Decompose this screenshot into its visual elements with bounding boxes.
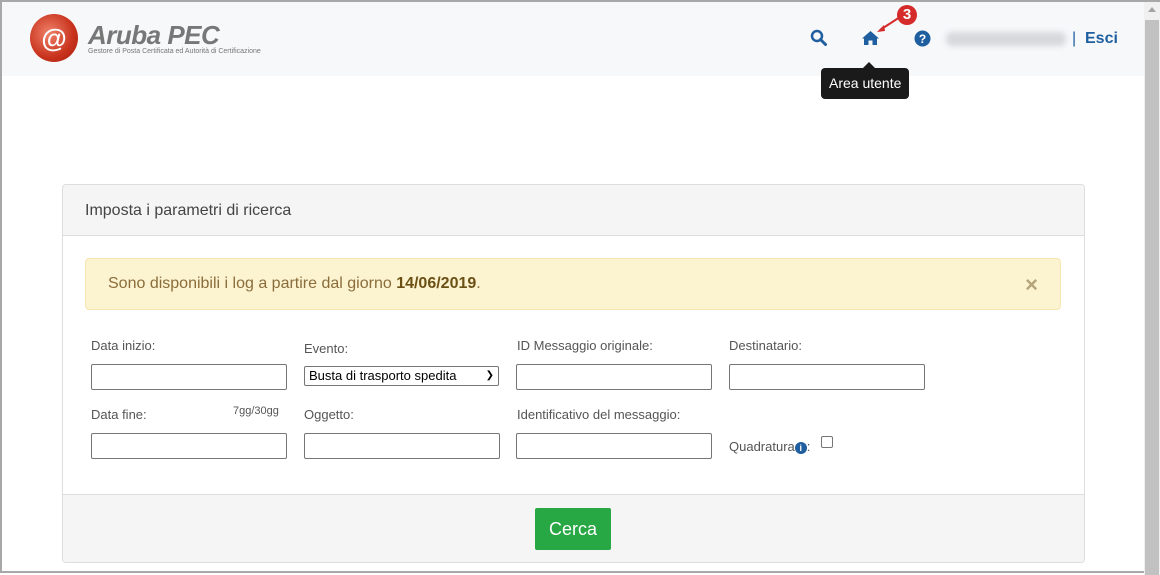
chevron-down-icon: ❯: [485, 370, 494, 381]
evento-label: Evento:: [304, 341, 349, 356]
help-icon[interactable]: ?: [914, 30, 931, 52]
header: @ Aruba PEC Gestore di Posta Certificata…: [2, 2, 1144, 76]
search-panel: Imposta i parametri di ricerca Sono disp…: [62, 184, 1085, 563]
search-button[interactable]: Cerca: [535, 508, 611, 550]
scrollbar-thumb[interactable]: [1145, 20, 1159, 575]
quadratura-label: Quadratura i:: [729, 439, 810, 454]
evento-select[interactable]: Busta di trasporto spedita ❯: [304, 366, 499, 386]
oggetto-label: Oggetto:: [304, 407, 354, 422]
aruba-pec-logo[interactable]: @ Aruba PEC Gestore di Posta Certificata…: [30, 14, 261, 62]
search-icon[interactable]: [810, 29, 827, 51]
quadratura-checkbox[interactable]: [821, 436, 833, 448]
scroll-up-icon[interactable]: [1148, 7, 1156, 12]
identificativo-input[interactable]: [516, 433, 712, 459]
destinatario-label: Destinatario:: [729, 338, 802, 353]
user-email-blurred: [946, 32, 1066, 46]
logout-link[interactable]: Esci: [1085, 30, 1118, 48]
separator: |: [1072, 30, 1077, 47]
brand-name: Aruba PEC: [88, 19, 220, 50]
quadratura-text: Quadratura: [729, 439, 795, 454]
tooltip-area-utente: Area utente: [821, 62, 910, 99]
panel-title: Imposta i parametri di ricerca: [63, 185, 1084, 236]
id-messaggio-input[interactable]: [516, 364, 712, 390]
quadratura-colon: :: [806, 439, 811, 454]
panel-footer: Cerca: [63, 494, 1084, 562]
scrollbar[interactable]: [1144, 2, 1160, 575]
oggetto-input[interactable]: [304, 433, 500, 459]
at-seal-icon: @: [30, 14, 78, 62]
evento-value: Busta di trasporto spedita: [309, 368, 457, 383]
alert-date: 14/06/2019: [396, 275, 477, 292]
alert-end: .: [476, 275, 481, 292]
identificativo-label: Identificativo del messaggio:: [517, 407, 681, 422]
data-fine-input[interactable]: [91, 433, 287, 459]
step-badge: 3: [897, 5, 917, 25]
range-hint: 7gg/30gg: [233, 405, 279, 417]
info-icon[interactable]: i: [794, 442, 807, 454]
info-alert: Sono disponibili i log a partire dal gio…: [85, 258, 1061, 310]
destinatario-input[interactable]: [729, 364, 925, 390]
brand-tagline: Gestore di Posta Certificata ed Autorità…: [88, 47, 261, 55]
data-inizio-label: Data inizio:: [91, 338, 156, 353]
id-messaggio-label: ID Messaggio originale:: [517, 338, 653, 353]
data-inizio-input[interactable]: [91, 364, 287, 390]
data-fine-label: Data fine:: [91, 407, 147, 422]
close-icon[interactable]: ×: [1025, 272, 1038, 298]
alert-text: Sono disponibili i log a partire dal gio…: [108, 275, 397, 292]
svg-text:?: ?: [919, 32, 926, 46]
